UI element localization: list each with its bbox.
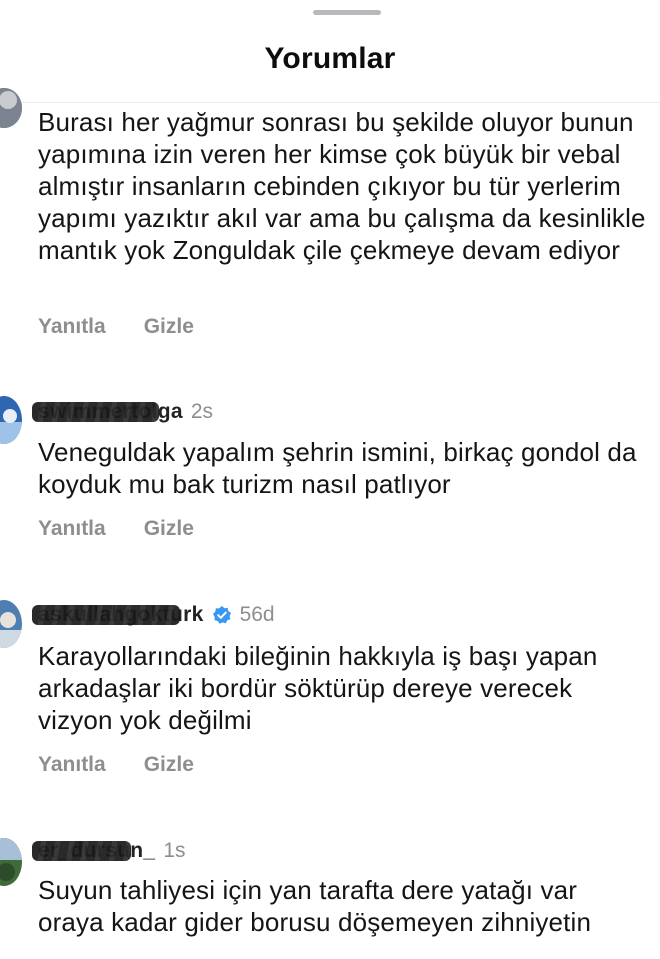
comment-header: swimmertolga 2s [32, 397, 213, 427]
comment-text: Suyun tahliyesi için yan tarafta dere ya… [38, 875, 592, 937]
comment-header: askullahgokturk 56d [32, 600, 275, 630]
header-divider [0, 102, 660, 103]
redaction-mark [32, 402, 159, 422]
username[interactable]: er_dursun_ [32, 839, 155, 863]
redaction-mark [32, 605, 180, 625]
comment-actions: Yanıtla Gizle [38, 753, 194, 777]
hide-button[interactable]: Gizle [144, 517, 194, 541]
timestamp: 1s [163, 839, 186, 862]
timestamp: 2s [190, 400, 213, 423]
username[interactable]: swimmertolga [32, 400, 183, 424]
comment-text: Veneguldak yapalım şehrin ismini, birkaç… [38, 437, 637, 499]
page-title: Yorumlar [264, 42, 396, 75]
reply-button[interactable]: Yanıtla [38, 517, 106, 541]
avatar[interactable] [0, 600, 22, 648]
redaction-mark [32, 841, 132, 861]
reply-button[interactable]: Yanıtla [38, 315, 106, 339]
hide-button[interactable]: Gizle [144, 315, 194, 339]
username[interactable]: askullahgokturk [32, 603, 204, 627]
comment-text: Burası her yağmur sonrası bu şekilde olu… [38, 107, 646, 265]
comment-actions: Yanıtla Gizle [38, 315, 194, 339]
sheet-drag-handle[interactable] [313, 10, 381, 15]
avatar[interactable] [0, 396, 22, 444]
avatar[interactable] [0, 88, 22, 128]
hide-button[interactable]: Gizle [144, 753, 194, 777]
comment-text: Karayollarındaki bileğinin hakkıyla iş b… [38, 641, 598, 735]
comment-header: er_dursun_ 1s [32, 836, 186, 866]
reply-button[interactable]: Yanıtla [38, 753, 106, 777]
comment-actions: Yanıtla Gizle [38, 517, 194, 541]
timestamp: 56d [239, 603, 275, 626]
verified-badge-icon [212, 605, 232, 625]
avatar[interactable] [0, 838, 22, 886]
